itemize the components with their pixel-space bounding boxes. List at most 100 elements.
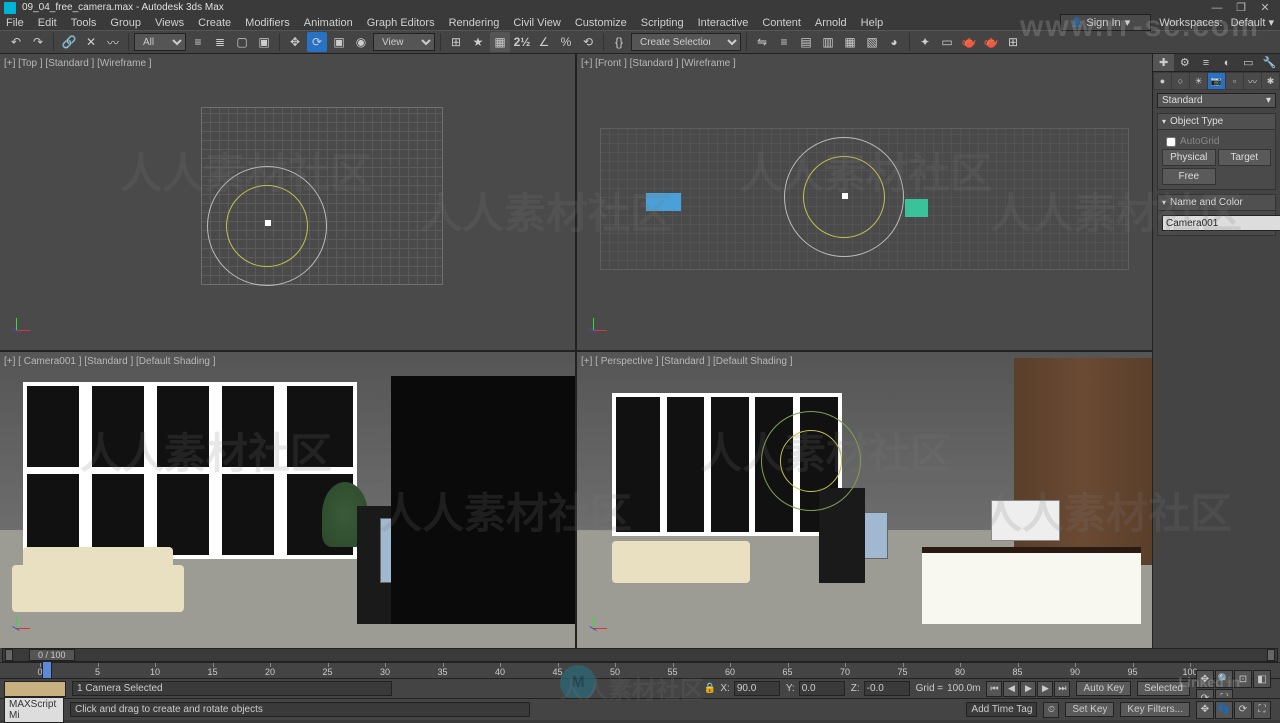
- spacewarps-subtab[interactable]: 〰: [1244, 73, 1261, 89]
- redo-button[interactable]: ↷: [28, 32, 48, 52]
- cameras-subtab[interactable]: 📷: [1208, 73, 1225, 89]
- shapes-subtab[interactable]: ○: [1172, 73, 1189, 89]
- object-name-input[interactable]: [1162, 215, 1280, 231]
- snap-2d-button[interactable]: 2½: [512, 32, 532, 52]
- goto-end-button[interactable]: ⏭: [1054, 681, 1070, 697]
- menu-animation[interactable]: Animation: [304, 17, 353, 29]
- time-tag-button[interactable]: Add Time Tag: [966, 702, 1037, 717]
- menu-edit[interactable]: Edit: [38, 17, 57, 29]
- menu-rendering[interactable]: Rendering: [449, 17, 500, 29]
- schematic-view-button[interactable]: ▧: [862, 32, 882, 52]
- select-filter-button[interactable]: ≡: [188, 32, 208, 52]
- menu-arnold[interactable]: Arnold: [815, 17, 847, 29]
- menu-civil-view[interactable]: Civil View: [513, 17, 560, 29]
- nav-orbit-button[interactable]: ⟳: [1234, 701, 1252, 719]
- viewport-top-label[interactable]: [+] [Top ] [Standard ] [Wireframe ]: [4, 58, 152, 69]
- named-selection-dropdown[interactable]: Create Selection Se: [631, 33, 741, 51]
- systems-subtab[interactable]: ✱: [1262, 73, 1279, 89]
- helpers-subtab[interactable]: ▫: [1226, 73, 1243, 89]
- prev-frame-button[interactable]: ◀: [1003, 681, 1019, 697]
- spinner-snap-button[interactable]: ⟲: [578, 32, 598, 52]
- playhead[interactable]: [42, 661, 52, 679]
- menu-file[interactable]: File: [6, 17, 24, 29]
- curve-editor-button[interactable]: ▦: [840, 32, 860, 52]
- bind-spacewarp-button[interactable]: 〰: [103, 32, 123, 52]
- undo-button[interactable]: ↶: [6, 32, 26, 52]
- play-button[interactable]: ▶: [1020, 681, 1036, 697]
- geometry-subtab[interactable]: ●: [1154, 73, 1171, 89]
- motion-tab[interactable]: ◐: [1217, 54, 1238, 71]
- render-frame-button[interactable]: ▭: [937, 32, 957, 52]
- window-crossing-button[interactable]: ▣: [254, 32, 274, 52]
- scale-button[interactable]: ▣: [329, 32, 349, 52]
- category-dropdown[interactable]: Standard▾: [1157, 93, 1276, 108]
- object-type-rollout[interactable]: Object Type: [1157, 113, 1276, 130]
- next-frame-button[interactable]: ▶: [1037, 681, 1053, 697]
- modify-tab[interactable]: ⚙: [1174, 54, 1195, 71]
- mirror-button[interactable]: ⇋: [752, 32, 772, 52]
- sign-in-button[interactable]: Sign In ▾: [1060, 14, 1151, 31]
- fov-button[interactable]: ◧: [1253, 670, 1271, 688]
- close-button[interactable]: ✕: [1254, 1, 1276, 15]
- goto-start-button[interactable]: ⏮: [986, 681, 1002, 697]
- viewport-perspective[interactable]: [+] [ Perspective ] [Standard ] [Default…: [577, 352, 1152, 648]
- minimize-button[interactable]: —: [1206, 1, 1228, 15]
- display-tab[interactable]: ▭: [1238, 54, 1259, 71]
- key-filters-button[interactable]: Key Filters...: [1120, 702, 1190, 717]
- move-button[interactable]: ✥: [285, 32, 305, 52]
- physical-camera-button[interactable]: Physical: [1162, 149, 1216, 166]
- target-camera-button[interactable]: Target: [1218, 149, 1272, 166]
- timeline-ruler[interactable]: 0510152025303540455055606570758085909510…: [0, 662, 1280, 678]
- menu-content[interactable]: Content: [762, 17, 801, 29]
- workspace-dropdown[interactable]: Default ▾: [1231, 16, 1274, 29]
- render-setup-button[interactable]: ✦: [915, 32, 935, 52]
- auto-key-button[interactable]: Auto Key: [1076, 681, 1131, 696]
- pivot-center-button[interactable]: ⊞: [446, 32, 466, 52]
- free-camera-button[interactable]: Free: [1162, 168, 1216, 185]
- z-input[interactable]: [864, 681, 910, 696]
- layers-button[interactable]: ▤: [796, 32, 816, 52]
- region-rect-button[interactable]: ▢: [232, 32, 252, 52]
- viewport-camera-label[interactable]: [+] [ Camera001 ] [Standard ] [Default S…: [4, 356, 216, 367]
- name-color-rollout[interactable]: Name and Color: [1157, 194, 1276, 211]
- percent-snap-button[interactable]: %: [556, 32, 576, 52]
- link-button[interactable]: 🔗: [59, 32, 79, 52]
- menu-group[interactable]: Group: [110, 17, 141, 29]
- placement-button[interactable]: ◉: [351, 32, 371, 52]
- menu-scripting[interactable]: Scripting: [641, 17, 684, 29]
- maxscript-listener[interactable]: MAXScript Mi: [4, 697, 64, 723]
- utilities-tab[interactable]: 🔧: [1259, 54, 1280, 71]
- menu-create[interactable]: Create: [198, 17, 231, 29]
- viewport-perspective-label[interactable]: [+] [ Perspective ] [Standard ] [Default…: [581, 356, 793, 367]
- menu-views[interactable]: Views: [155, 17, 184, 29]
- menu-customize[interactable]: Customize: [575, 17, 627, 29]
- menu-modifiers[interactable]: Modifiers: [245, 17, 290, 29]
- menu-tools[interactable]: Tools: [71, 17, 97, 29]
- nav-walk-button[interactable]: 👣: [1215, 701, 1233, 719]
- nav-max-button[interactable]: ⛶: [1253, 701, 1271, 719]
- nav-pan-button[interactable]: ✥: [1196, 701, 1214, 719]
- set-key-button[interactable]: Set Key: [1065, 702, 1114, 717]
- create-tab[interactable]: ✚: [1153, 54, 1174, 71]
- y-input[interactable]: [799, 681, 845, 696]
- unlink-button[interactable]: ✕: [81, 32, 101, 52]
- ref-coord-dropdown[interactable]: View: [373, 33, 435, 51]
- viewport-front-label[interactable]: [+] [Front ] [Standard ] [Wireframe ]: [581, 58, 736, 69]
- time-config-button[interactable]: ⏲: [1043, 702, 1059, 718]
- menu-interactive[interactable]: Interactive: [698, 17, 749, 29]
- maximize-button[interactable]: ❐: [1230, 1, 1252, 15]
- keyboard-shortcut-toggle[interactable]: ▦: [490, 32, 510, 52]
- toggle-ribbon-button[interactable]: ▥: [818, 32, 838, 52]
- lights-subtab[interactable]: ☀: [1190, 73, 1207, 89]
- hierarchy-tab[interactable]: ≡: [1195, 54, 1216, 71]
- angle-snap-button[interactable]: ∠: [534, 32, 554, 52]
- menu-graph-editors[interactable]: Graph Editors: [367, 17, 435, 29]
- autogrid-checkbox[interactable]: AutoGrid: [1162, 134, 1271, 149]
- viewport-camera[interactable]: [+] [ Camera001 ] [Standard ] [Default S…: [0, 352, 575, 648]
- edit-named-sel-button[interactable]: {}: [609, 32, 629, 52]
- viewport-config-button[interactable]: ⊞: [1003, 32, 1023, 52]
- manipulate-button[interactable]: ★: [468, 32, 488, 52]
- menu-help[interactable]: Help: [861, 17, 884, 29]
- selection-set-dropdown[interactable]: All: [134, 33, 186, 51]
- select-by-name-button[interactable]: ≣: [210, 32, 230, 52]
